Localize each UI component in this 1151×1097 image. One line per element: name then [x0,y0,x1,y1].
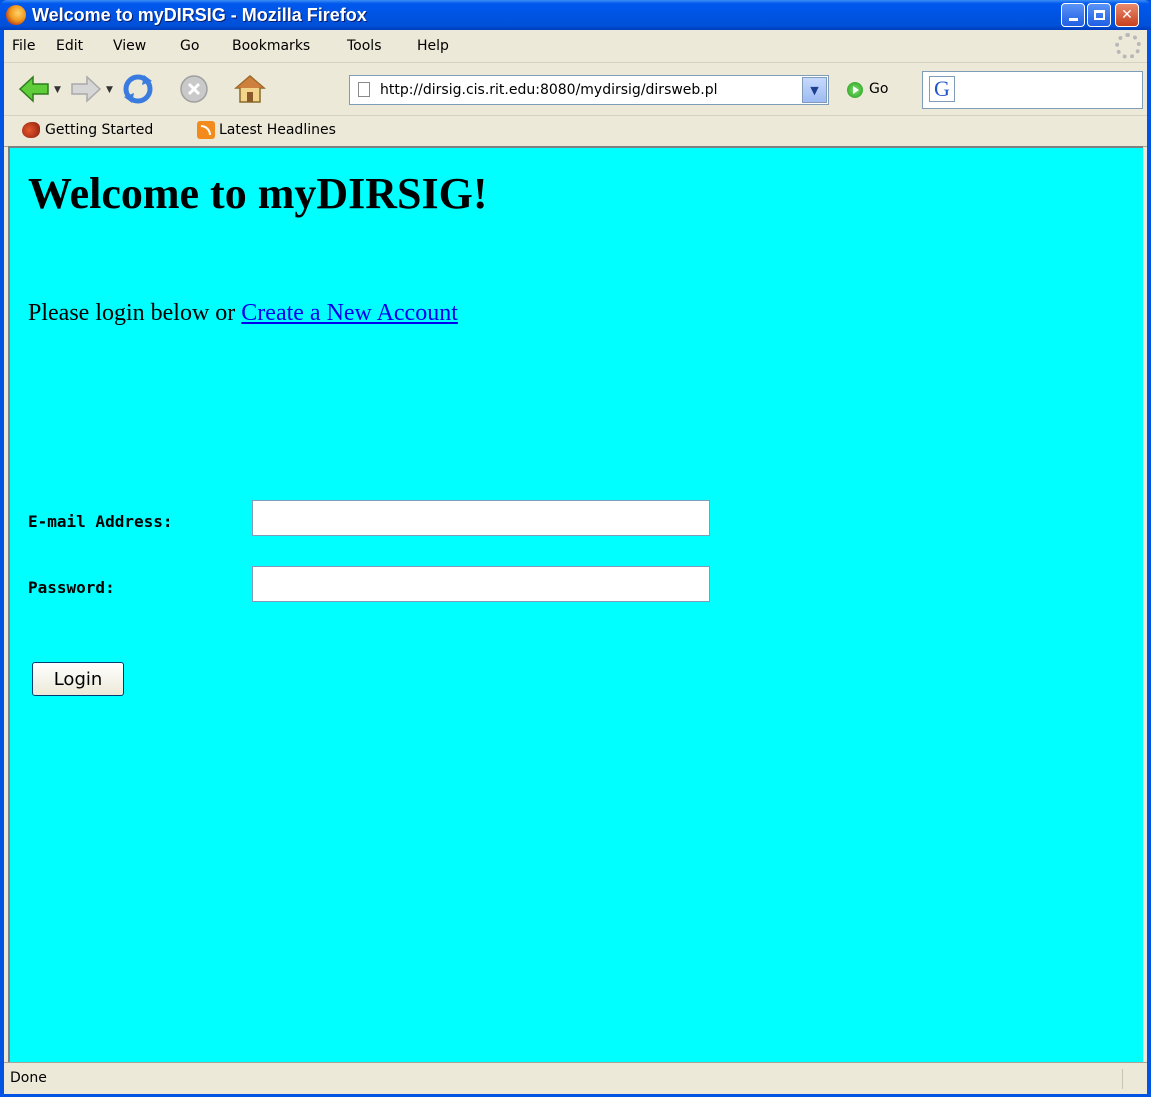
browser-chrome: File Edit View Go Bookmarks Tools Help ▼… [4,30,1147,1094]
rss-feed-icon [197,121,215,139]
menu-bookmarks[interactable]: Bookmarks [232,38,310,54]
menu-file[interactable]: File [12,38,35,54]
email-field[interactable] [252,500,710,536]
url-input[interactable]: http://dirsig.cis.rit.edu:8080/mydirsig/… [380,82,800,98]
home-button[interactable] [234,73,266,105]
bookmarks-toolbar: Getting Started Latest Headlines [4,116,1147,147]
menu-go[interactable]: Go [180,38,199,54]
search-box[interactable]: G [922,71,1143,109]
close-button[interactable]: ✕ [1115,3,1139,27]
firefox-getting-started-icon [22,122,40,138]
maximize-icon [1093,10,1105,20]
window-title: Welcome to myDIRSIG - Mozilla Firefox [32,5,367,25]
create-account-link[interactable]: Create a New Account [241,300,458,326]
menu-bar: File Edit View Go Bookmarks Tools Help [4,30,1147,63]
forward-history-dropdown-icon[interactable]: ▼ [106,85,113,95]
password-label: Password: [28,578,115,597]
login-button[interactable]: Login [32,662,124,696]
status-bar: Done [4,1062,1147,1094]
chevron-down-icon: ▼ [810,83,819,97]
intro-text: Please login below or Create a New Accou… [28,300,458,327]
menu-view[interactable]: View [113,38,146,54]
url-history-dropdown[interactable]: ▼ [802,77,827,103]
go-button[interactable]: Go [869,81,888,97]
bookmark-getting-started[interactable]: Getting Started [45,122,153,138]
go-arrow-icon[interactable] [847,82,863,98]
page-icon [358,82,370,97]
forward-arrow-icon [71,75,102,103]
reload-button[interactable] [122,73,154,105]
minimize-icon [1068,18,1078,21]
google-icon[interactable]: G [929,76,955,102]
page-content: Welcome to myDIRSIG! Please login below … [8,146,1143,1062]
status-text: Done [10,1070,47,1086]
url-bar[interactable]: http://dirsig.cis.rit.edu:8080/mydirsig/… [349,75,829,105]
resize-grip-icon[interactable] [1122,1069,1143,1089]
forward-button[interactable] [70,73,102,105]
menu-edit[interactable]: Edit [56,38,83,54]
menu-tools[interactable]: Tools [347,38,382,54]
back-arrow-icon [18,75,49,103]
throbber-icon [1115,33,1141,59]
minimize-button[interactable] [1061,3,1085,27]
close-icon: ✕ [1121,7,1133,23]
email-label: E-mail Address: [28,512,173,531]
home-icon [234,75,266,103]
reload-icon [123,74,153,104]
stop-icon [180,75,208,103]
title-bar[interactable]: Welcome to myDIRSIG - Mozilla Firefox ✕ [0,0,1151,30]
back-history-dropdown-icon[interactable]: ▼ [54,85,61,95]
intro-label: Please login below or [28,300,242,326]
maximize-button[interactable] [1087,3,1111,27]
bookmark-latest-headlines[interactable]: Latest Headlines [219,122,336,138]
menu-help[interactable]: Help [417,38,449,54]
page-title: Welcome to myDIRSIG! [28,169,488,218]
back-button[interactable] [18,73,50,105]
navigation-toolbar: ▼ ▼ http://dirsig.cis.rit.edu:8080/mydir… [4,63,1147,116]
firefox-icon [6,5,26,25]
password-field[interactable] [252,566,710,602]
browser-window: Welcome to myDIRSIG - Mozilla Firefox ✕ … [0,0,1151,1097]
stop-button[interactable] [178,73,210,105]
